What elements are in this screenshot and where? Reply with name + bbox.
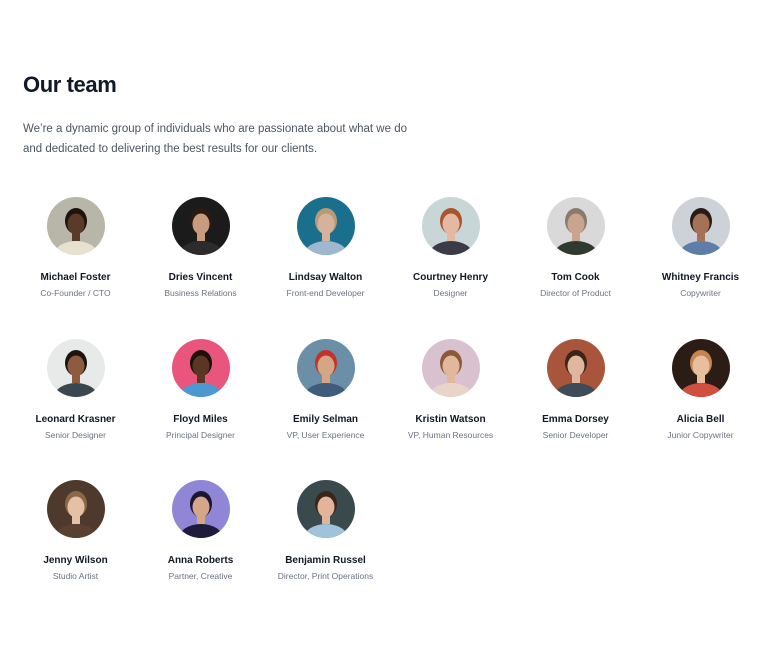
member-name: Alicia Bell bbox=[676, 413, 725, 425]
team-member-card: Leonard Krasner Senior Designer bbox=[13, 338, 138, 481]
team-member-card: Floyd Miles Principal Designer bbox=[138, 338, 263, 481]
team-grid: Michael Foster Co-Founder / CTO Dries Vinc… bbox=[13, 197, 761, 622]
member-avatar bbox=[296, 197, 355, 255]
team-member-card: Dries Vincent Business Relations bbox=[138, 197, 263, 339]
member-name: Michael Foster bbox=[40, 272, 111, 283]
section-title: Our team bbox=[23, 72, 117, 97]
member-avatar bbox=[46, 480, 105, 538]
team-member-card: Michael Foster Co-Founder / CTO bbox=[13, 197, 138, 339]
member-name: Emma Dorsey bbox=[542, 413, 609, 425]
member-role: Business Relations bbox=[164, 288, 237, 298]
member-role: Studio Artist bbox=[52, 571, 99, 581]
member-role: Partner, Creative bbox=[168, 571, 233, 581]
member-name: Kristin Watson bbox=[415, 413, 486, 425]
member-avatar bbox=[296, 480, 355, 538]
member-role: Director, Print Operations bbox=[277, 571, 374, 581]
member-avatar bbox=[546, 197, 605, 255]
description-line-2: and dedicated to delivering the best res… bbox=[23, 142, 318, 155]
member-avatar bbox=[171, 197, 230, 255]
member-role: Co-Founder / CTO bbox=[40, 288, 111, 298]
member-name: Floyd Miles bbox=[173, 413, 228, 425]
team-member-card: Kristin Watson VP, Human Resources bbox=[388, 338, 513, 481]
team-section: Our team We’re a dynamic group of indivi… bbox=[0, 0, 774, 661]
member-role: Front-end Developer bbox=[286, 288, 365, 298]
member-avatar bbox=[671, 338, 730, 397]
team-member-card: Benjamin Russel Director, Print Operation… bbox=[263, 480, 388, 622]
member-avatar bbox=[671, 197, 730, 255]
team-member-card: Emma Dorsey Senior Developer bbox=[513, 338, 638, 481]
member-name: Benjamin Russel bbox=[285, 555, 366, 566]
member-name: Jenny Wilson bbox=[43, 555, 108, 566]
member-avatar bbox=[421, 197, 480, 255]
member-role: VP, User Experience bbox=[286, 429, 365, 440]
member-avatar bbox=[46, 338, 105, 397]
team-member-card: Emily Selman VP, User Experience bbox=[263, 338, 388, 481]
member-name: Courtney Henry bbox=[412, 272, 488, 283]
member-avatar bbox=[546, 338, 605, 397]
member-name: Emily Selman bbox=[292, 413, 359, 425]
member-avatar bbox=[171, 480, 230, 538]
team-member-card: Tom Cook Director of Product bbox=[513, 197, 638, 339]
team-member-card: Courtney Henry Designer bbox=[388, 197, 513, 339]
team-member-card: Alicia Bell Junior Copywriter bbox=[638, 338, 763, 481]
team-member-card: Whitney Francis Copywriter bbox=[638, 197, 763, 339]
team-member-card: Jenny Wilson Studio Artist bbox=[13, 480, 138, 622]
member-name: Dries Vincent bbox=[168, 272, 233, 283]
member-name: Anna Roberts bbox=[167, 555, 234, 566]
member-name: Lindsay Walton bbox=[288, 272, 363, 283]
team-member-card: Anna Roberts Partner, Creative bbox=[138, 480, 263, 622]
member-role: Copywriter bbox=[680, 288, 721, 298]
member-avatar bbox=[421, 338, 480, 397]
member-name: Whitney Francis bbox=[661, 272, 740, 283]
member-role: Senior Designer bbox=[45, 429, 106, 440]
member-role: Director of Product bbox=[540, 288, 611, 298]
member-role: Principal Designer bbox=[166, 429, 235, 440]
member-role: Senior Developer bbox=[542, 429, 609, 440]
description-line-1: We’re a dynamic group of individuals who… bbox=[23, 123, 407, 135]
team-member-card: Lindsay Walton Front-end Developer bbox=[263, 197, 388, 339]
member-avatar bbox=[296, 338, 355, 397]
member-role: VP, Human Resources bbox=[407, 429, 494, 440]
member-role: Designer bbox=[433, 288, 468, 298]
member-name: Tom Cook bbox=[551, 272, 600, 283]
member-avatar bbox=[171, 338, 230, 397]
member-name: Leonard Krasner bbox=[35, 413, 116, 425]
section-description: We’re a dynamic group of individuals who… bbox=[23, 120, 443, 159]
member-role: Junior Copywriter bbox=[667, 429, 734, 440]
member-avatar bbox=[46, 197, 105, 255]
team-header: Our team We’re a dynamic group of indivi… bbox=[23, 70, 443, 159]
